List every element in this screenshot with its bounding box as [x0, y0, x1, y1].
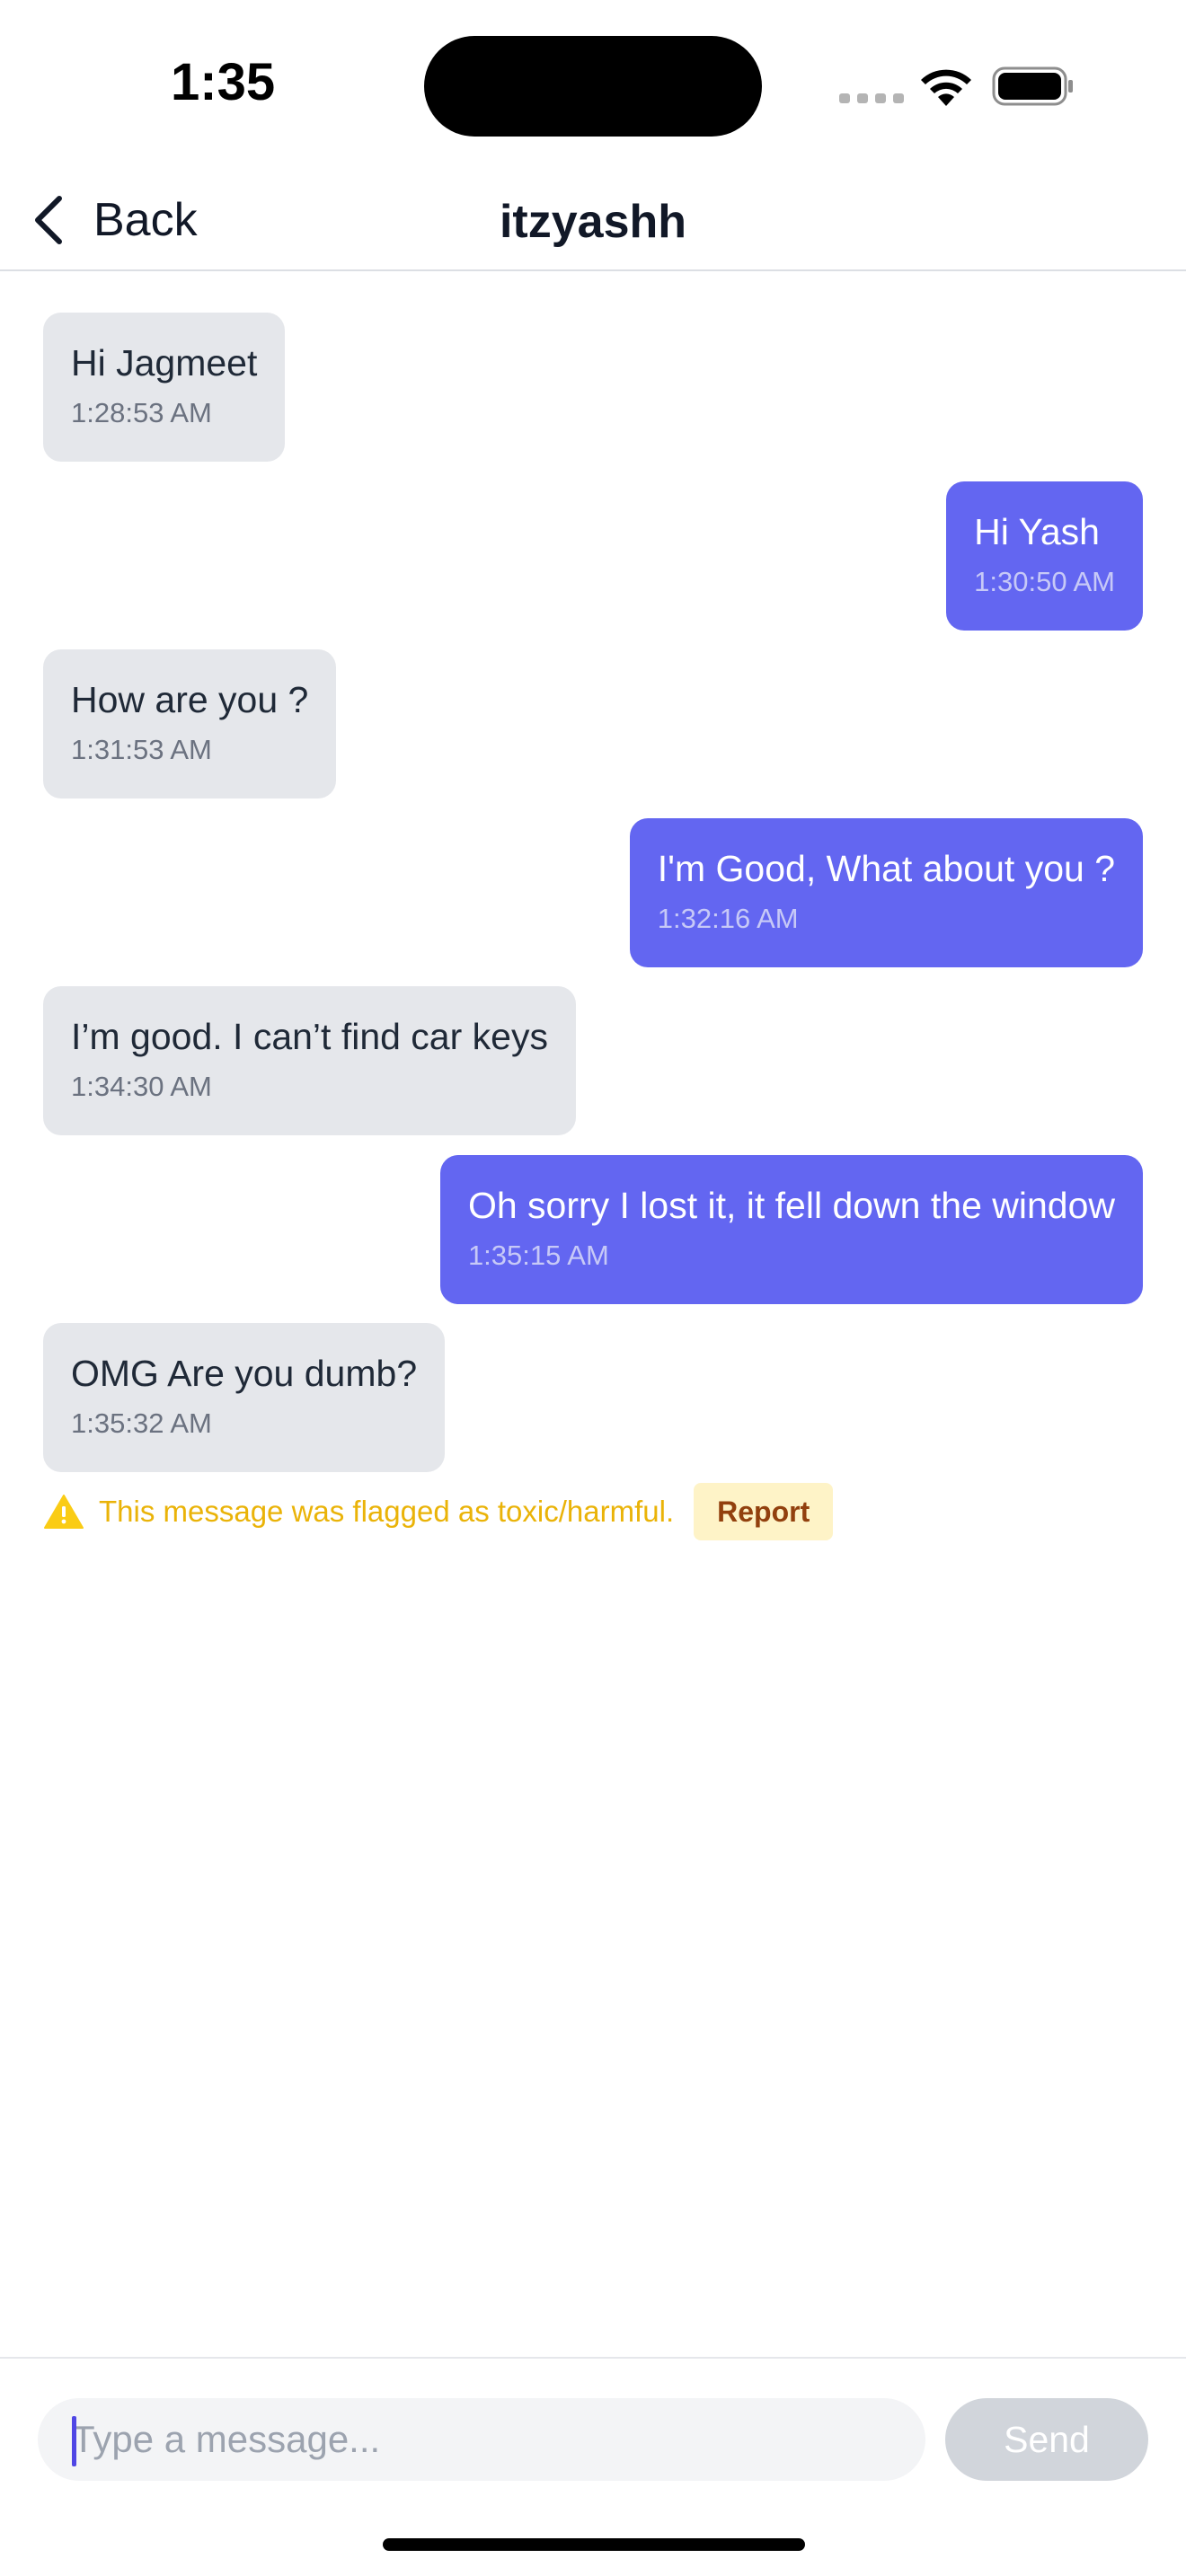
flag-message: This message was flagged as toxic/harmfu… — [99, 1495, 675, 1528]
message-time: 1:28:53 AM — [71, 397, 212, 428]
message-text: OMG Are you dumb? — [71, 1353, 418, 1394]
message-text: Hi Yash — [974, 511, 1100, 552]
message-text: I’m good. I can’t find car keys — [71, 1016, 548, 1057]
chat-title: itzyashh — [499, 196, 687, 248]
message-bubble-outgoing: I'm Good, What about you ? 1:32:16 AM — [629, 818, 1143, 967]
message-time: 1:31:53 AM — [71, 734, 212, 765]
home-indicator[interactable] — [383, 2538, 805, 2551]
warning-triangle-icon — [44, 1495, 84, 1529]
message-text: How are you ? — [71, 679, 309, 720]
message-bubble-incoming: I’m good. I can’t find car keys 1:34:30 … — [43, 986, 576, 1135]
message-text: Hi Jagmeet — [71, 342, 258, 384]
message-bubble-outgoing: Oh sorry I lost it, it fell down the win… — [439, 1155, 1143, 1304]
message-time: 1:34:30 AM — [71, 1071, 212, 1102]
cellular-signal-icon — [839, 93, 904, 103]
message-bubble-incoming: Hi Jagmeet 1:28:53 AM — [43, 313, 286, 462]
message-text: Oh sorry I lost it, it fell down the win… — [467, 1185, 1115, 1226]
report-button[interactable]: Report — [694, 1483, 834, 1540]
message-input[interactable] — [38, 2398, 925, 2481]
chat-screen: 1:35 Back itzyashh Hi Jagmeet 1:28:53 AM — [0, 0, 1186, 2576]
send-button[interactable]: Send — [945, 2398, 1148, 2481]
message-time: 1:32:16 AM — [657, 903, 799, 934]
status-time: 1:35 — [171, 53, 276, 111]
message-bubble-incoming: OMG Are you dumb? 1:35:32 AM — [43, 1323, 446, 1472]
message-time: 1:35:15 AM — [467, 1239, 609, 1271]
message-bubble-outgoing: Hi Yash 1:30:50 AM — [946, 481, 1143, 631]
wifi-icon — [921, 69, 971, 106]
chat-header: Back itzyashh — [0, 171, 1186, 271]
message-text: I'm Good, What about you ? — [657, 848, 1115, 889]
battery-icon — [992, 66, 1073, 106]
toxic-flag-notice: This message was flagged as toxic/harmfu… — [43, 1482, 834, 1541]
message-time: 1:35:32 AM — [71, 1407, 212, 1439]
status-bar: 1:35 — [0, 0, 1186, 171]
message-time: 1:30:50 AM — [974, 566, 1115, 597]
text-cursor — [72, 2416, 76, 2466]
dynamic-island — [424, 36, 762, 137]
message-bubble-incoming: How are you ? 1:31:53 AM — [43, 649, 337, 798]
